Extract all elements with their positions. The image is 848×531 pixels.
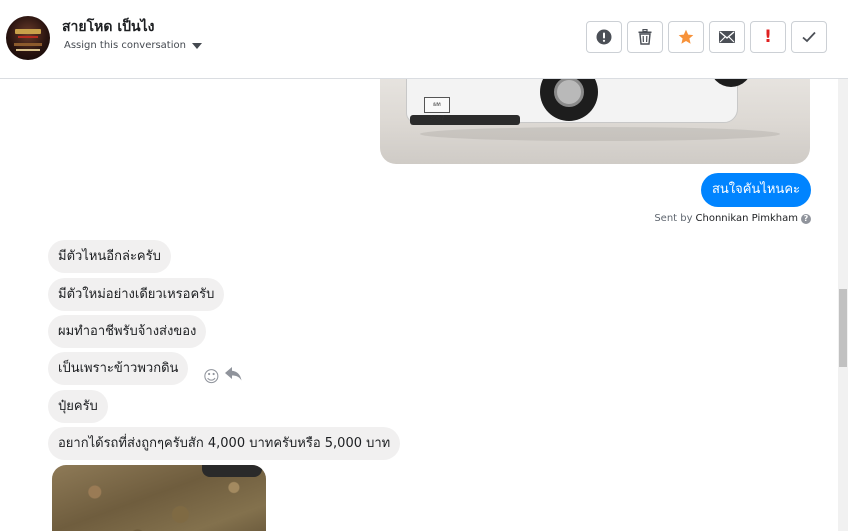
vehicle-photo-attachment[interactable]: ผท 3067 [380, 79, 810, 164]
star-button[interactable] [668, 21, 704, 53]
scrollbar-thumb[interactable] [839, 289, 847, 367]
reply-icon[interactable] [224, 366, 242, 386]
email-button[interactable] [709, 21, 745, 53]
sent-by-label: Sent by Chonnikan Pimkham ? [654, 213, 811, 224]
sender-name: Chonnikan Pimkham [695, 213, 798, 224]
conversation-toolbar: ! [586, 21, 827, 53]
alert-button[interactable] [586, 21, 622, 53]
delete-button[interactable] [627, 21, 663, 53]
incoming-message[interactable]: มีตัวไหนอีกล่ะครับ [48, 240, 171, 273]
incoming-message[interactable]: ปุ๋ยครับ [48, 390, 108, 423]
incoming-message[interactable]: อยากได้รถที่ส่งถูกๆครับสัก 4,000 บาทครับ… [48, 427, 401, 460]
message-thread[interactable]: ผท 3067 สนใจคันไหนคะ Sent by Chonnikan P… [0, 79, 838, 531]
sent-by-prefix: Sent by [654, 213, 693, 224]
check-icon [802, 31, 816, 43]
important-button[interactable]: ! [750, 21, 786, 53]
assign-conversation-dropdown[interactable]: Assign this conversation [64, 40, 202, 51]
question-icon[interactable]: ? [801, 213, 811, 224]
outgoing-message[interactable]: สนใจคันไหนคะ [700, 173, 811, 207]
thread-scrollbar[interactable] [838, 79, 848, 531]
caret-down-icon [191, 43, 202, 49]
message-actions: ☺ [203, 366, 242, 386]
contact-avatar[interactable] [6, 16, 50, 60]
envelope-icon [719, 31, 735, 43]
trash-icon [638, 29, 652, 45]
assign-label: Assign this conversation [64, 40, 186, 51]
exclamation-icon: ! [764, 26, 772, 47]
incoming-message[interactable]: ผมทำอาชีพรับจ้างส่งของ [48, 315, 207, 348]
conversation-header: สายโหด เป็นไง Assign this conversation ! [0, 0, 848, 79]
done-button[interactable] [791, 21, 827, 53]
incoming-message[interactable]: เป็นเพราะข้าวพวกดิน [48, 352, 189, 385]
star-icon [678, 29, 694, 44]
alert-circle-icon [596, 29, 612, 45]
conversation-name: สายโหด เป็นไง [62, 19, 155, 35]
smile-react-icon[interactable]: ☺ [203, 367, 220, 386]
incoming-photo-attachment[interactable] [52, 465, 266, 531]
license-plate: ผท 3067 [424, 97, 450, 122]
incoming-message[interactable]: มีตัวใหม่อย่างเดียวเหรอครับ [48, 278, 225, 311]
